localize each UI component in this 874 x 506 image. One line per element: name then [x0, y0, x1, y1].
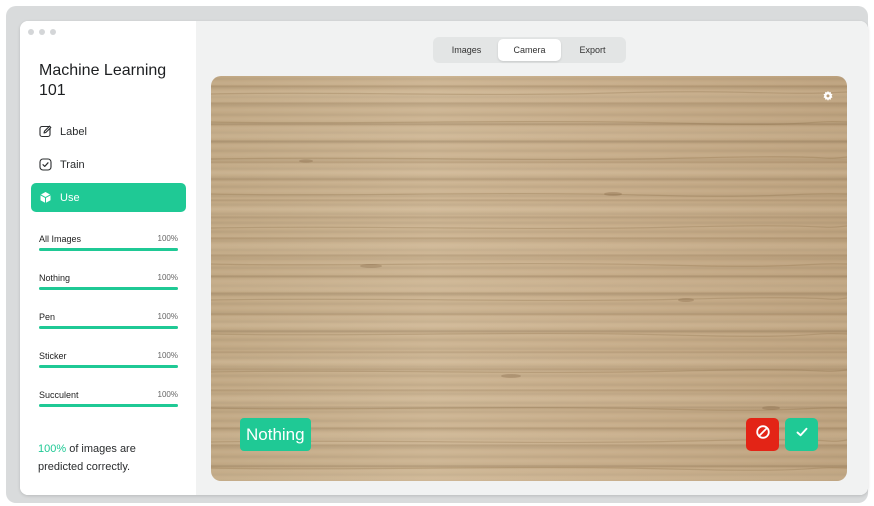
summary-percent: 100% [38, 443, 67, 455]
accuracy-fill [39, 326, 178, 329]
tab-images[interactable]: Images [435, 39, 498, 61]
close-window-button[interactable] [28, 29, 34, 35]
accuracy-fill [39, 365, 178, 368]
sidebar-item-use[interactable]: Use [31, 183, 186, 212]
accuracy-bar [39, 326, 178, 329]
tab-export[interactable]: Export [561, 39, 624, 61]
accuracy-label: Nothing [39, 273, 71, 283]
view-tabs: Images Camera Export [433, 37, 626, 63]
class-accuracy-list: All Images 100% Nothing 100% Pen 100% St… [39, 230, 178, 425]
block-icon [755, 424, 771, 445]
accuracy-label: Sticker [39, 351, 67, 361]
accuracy-summary: 100% of images are predicted correctly. [38, 440, 183, 476]
accuracy-value: 100% [157, 312, 178, 321]
sidebar-item-text: Train [60, 158, 85, 171]
accuracy-row: All Images 100% [39, 230, 178, 269]
accuracy-value: 100% [157, 234, 178, 243]
accuracy-value: 100% [157, 390, 178, 399]
camera-preview: Nothing [211, 76, 847, 481]
accuracy-label: All Images [39, 234, 82, 244]
accuracy-row: Sticker 100% [39, 347, 178, 386]
window-controls [28, 29, 56, 35]
sidebar-item-text: Use [60, 191, 80, 204]
accuracy-label: Pen [39, 312, 56, 322]
mark-wrong-button[interactable] [746, 418, 779, 451]
app-title: Machine Learning 101 [39, 62, 167, 99]
app-window: Machine Learning 101 Label Train Use All… [20, 21, 868, 495]
minimize-window-button[interactable] [39, 29, 45, 35]
accuracy-bar [39, 404, 178, 407]
prediction-label: Nothing [240, 418, 311, 451]
accuracy-bar [39, 248, 178, 251]
accuracy-bar [39, 365, 178, 368]
cube-icon [39, 191, 52, 204]
mark-correct-button[interactable] [785, 418, 818, 451]
sidebar-item-label[interactable]: Label [31, 117, 186, 146]
check-icon [794, 424, 810, 445]
accuracy-row: Pen 100% [39, 308, 178, 347]
accuracy-fill [39, 404, 178, 407]
accuracy-bar [39, 287, 178, 290]
gear-icon[interactable] [821, 89, 835, 103]
sidebar-nav: Label Train Use [31, 117, 186, 216]
main-panel: Images Camera Export Nothing [196, 21, 868, 495]
sidebar-item-text: Label [60, 125, 87, 138]
check-circle-icon [39, 158, 52, 171]
accuracy-row: Nothing 100% [39, 269, 178, 308]
sidebar: Machine Learning 101 Label Train Use All… [20, 21, 196, 495]
tab-camera[interactable]: Camera [498, 39, 561, 61]
accuracy-fill [39, 287, 178, 290]
edit-icon [39, 125, 52, 138]
sidebar-item-train[interactable]: Train [31, 150, 186, 179]
accuracy-fill [39, 248, 178, 251]
accuracy-row: Succulent 100% [39, 386, 178, 425]
accuracy-value: 100% [157, 273, 178, 282]
accuracy-label: Succulent [39, 390, 79, 400]
accuracy-value: 100% [157, 351, 178, 360]
zoom-window-button[interactable] [50, 29, 56, 35]
